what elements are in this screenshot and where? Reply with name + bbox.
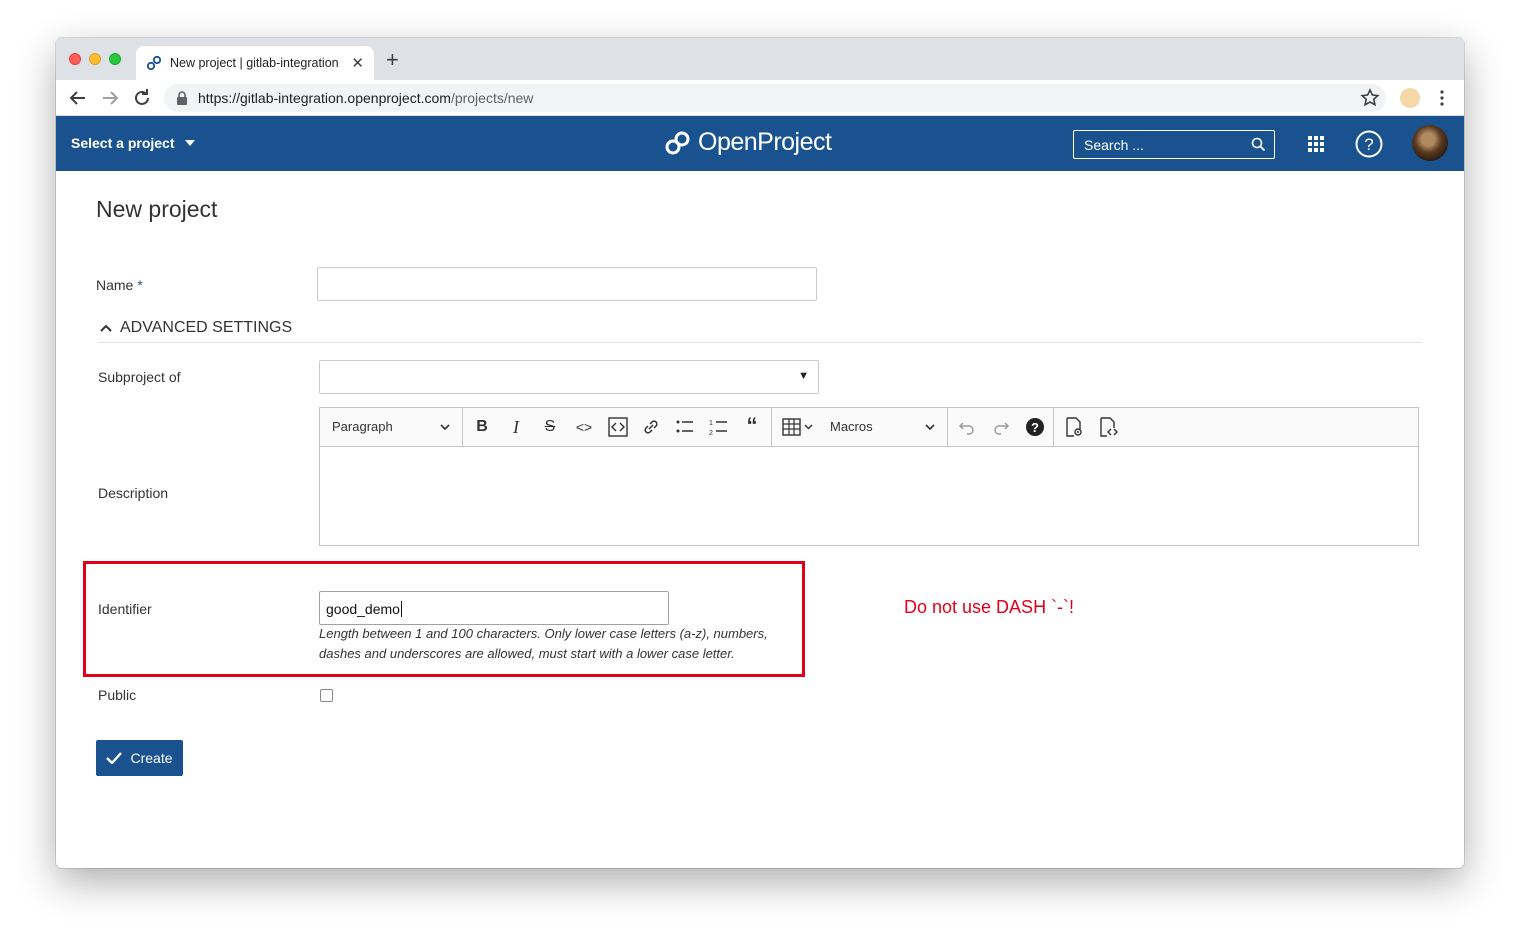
public-label: Public [98,687,137,703]
name-label-text: Name [96,277,134,293]
project-select[interactable]: Select a project [71,135,195,151]
openproject-favicon-icon [146,55,162,71]
create-button-label: Create [130,750,173,766]
checkmark-icon [106,752,123,764]
close-window-button[interactable] [69,53,81,65]
toolbar-separator [462,408,463,446]
modules-grid-icon[interactable] [1308,136,1324,152]
toolbar-separator [771,408,772,446]
browser-toolbar: https://gitlab-integration.openproject.c… [56,80,1464,116]
table-icon[interactable] [781,417,815,437]
required-marker: * [137,277,143,293]
forward-arrow-icon[interactable] [98,86,122,110]
italic-icon[interactable]: I [506,417,526,437]
browser-tab[interactable]: New project | gitlab-integration ✕ [136,46,374,80]
bulleted-list-icon[interactable] [674,417,696,437]
paragraph-dropdown[interactable]: Paragraph [332,419,393,434]
help-icon[interactable]: ? [1025,417,1045,437]
inline-code-icon[interactable]: <> [573,417,595,437]
preview-icon[interactable] [1063,417,1085,437]
new-tab-button[interactable]: + [386,49,399,71]
name-input[interactable] [317,267,817,301]
address-bar[interactable]: https://gitlab-integration.openproject.c… [164,84,1386,112]
blockquote-icon[interactable]: “ [742,413,762,438]
svg-text:1: 1 [709,420,713,427]
chevron-down-icon [925,424,935,431]
editor-toolbar: Paragraph B I S <> 1 2 “ Macros ? [320,408,1418,447]
editor-content-area[interactable] [320,447,1418,545]
reload-icon[interactable] [130,86,154,110]
identifier-input[interactable]: good_demo [319,591,669,625]
create-button[interactable]: Create [96,740,183,776]
browser-menu-icon[interactable] [1430,86,1454,110]
undo-icon[interactable] [957,417,977,437]
toolbar-separator [947,408,948,446]
tab-close-icon[interactable]: ✕ [351,54,364,72]
app-header: Select a project OpenProject Search ... [56,116,1464,171]
bookmark-star-icon[interactable] [1358,86,1382,110]
chevron-down-icon [440,424,450,431]
advanced-settings-toggle[interactable]: ADVANCED SETTINGS [100,319,292,337]
caret-down-icon: ▼ [798,370,809,382]
global-search-input[interactable]: Search ... [1073,130,1275,159]
minimize-window-button[interactable] [89,53,101,65]
subproject-select[interactable]: ▼ [319,360,819,394]
url-path: /projects/new [450,90,534,106]
name-label: Name * [96,277,143,293]
lock-icon [177,91,187,105]
tab-title: New project | gitlab-integration [170,56,339,70]
identifier-label: Identifier [98,601,152,617]
public-checkbox[interactable] [320,689,333,702]
svg-text:?: ? [1031,420,1039,435]
advanced-settings-label: ADVANCED SETTINGS [120,319,293,336]
user-avatar[interactable] [1412,125,1448,161]
openproject-logo[interactable]: OpenProject [664,128,832,157]
browser-window: New project | gitlab-integration ✕ + htt… [56,38,1464,868]
toolbar-separator [1053,408,1054,446]
svg-text:2: 2 [709,430,713,437]
search-placeholder: Search ... [1084,136,1144,153]
tab-strip: New project | gitlab-integration ✕ + [56,38,1464,80]
strikethrough-icon[interactable]: S [540,417,560,437]
source-code-icon[interactable] [1097,417,1119,437]
logo-text: OpenProject [698,128,832,156]
bold-icon[interactable]: B [472,417,492,437]
description-label: Description [98,485,169,501]
back-arrow-icon[interactable] [66,86,90,110]
project-select-label: Select a project [71,135,175,151]
page-title: New project [96,196,218,222]
annotation-text: Do not use DASH `-`! [904,597,1075,617]
section-divider [98,342,1422,343]
caret-down-icon [184,140,195,146]
profile-avatar-icon[interactable] [1400,88,1420,108]
identifier-input-value: good_demo [326,601,402,617]
chevron-up-icon [100,324,112,332]
search-icon[interactable] [1251,137,1266,152]
link-icon[interactable] [641,417,661,437]
redo-icon[interactable] [991,417,1011,437]
maximize-window-button[interactable] [109,53,121,65]
subproject-label: Subproject of [98,369,181,385]
svg-text:?: ? [1364,135,1373,154]
openproject-logo-icon [665,131,690,154]
help-icon[interactable]: ? [1355,130,1383,158]
identifier-help-text: Length between 1 and 100 characters. Onl… [319,626,768,661]
code-block-icon[interactable] [607,417,629,437]
macros-dropdown[interactable]: Macros [830,419,873,434]
numbered-list-icon[interactable]: 1 2 [708,417,730,437]
url-host: https://gitlab-integration.openproject.c… [198,90,451,106]
description-editor: Paragraph B I S <> 1 2 “ Macros ? [319,407,1419,546]
